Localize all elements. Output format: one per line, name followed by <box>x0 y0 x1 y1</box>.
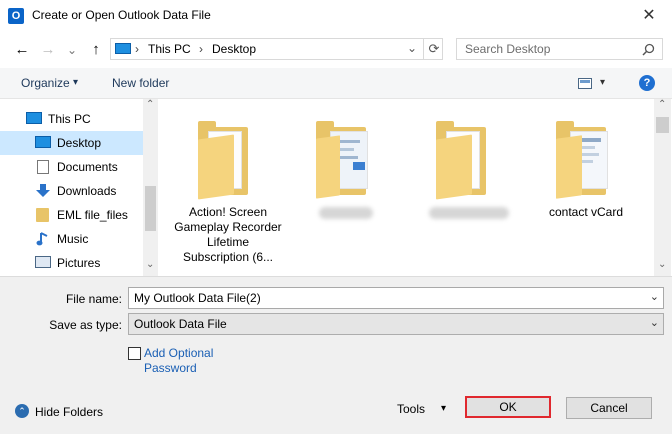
sidebar-item-label: This PC <box>48 112 91 126</box>
search-box[interactable]: Search Desktop <box>456 38 663 60</box>
sidebar-item-downloads[interactable]: Downloads <box>0 179 143 203</box>
view-dropdown-icon[interactable]: ▾ <box>600 77 605 88</box>
folder-icon <box>556 117 608 199</box>
scroll-down-icon[interactable]: ⌄ <box>658 259 666 270</box>
address-dropdown-icon[interactable]: ⌄ <box>407 41 417 55</box>
scroll-up-icon[interactable]: ⌃ <box>658 99 666 110</box>
file-item-obscured[interactable] <box>411 109 521 269</box>
sidebar-item-this-pc[interactable]: This PC <box>0 107 143 131</box>
organize-button[interactable]: Organize <box>21 76 70 90</box>
file-name-dropdown-icon[interactable]: ⌄ <box>650 290 659 303</box>
add-optional-password-checkbox[interactable] <box>128 347 141 360</box>
file-item-contact-vcard[interactable]: contact vCard <box>531 109 641 269</box>
sidebar-item-music[interactable]: Music <box>0 227 143 251</box>
navigation-scroll-thumb[interactable] <box>145 186 156 231</box>
up-button[interactable]: ↑ <box>86 40 106 60</box>
back-button[interactable]: ← <box>12 40 32 60</box>
obscured-file-label <box>319 207 373 219</box>
hide-folders-button[interactable]: Hide Folders <box>35 405 103 419</box>
save-as-type-value: Outlook Data File <box>134 317 227 331</box>
address-segment-this-pc[interactable]: This PC <box>148 42 191 56</box>
new-folder-button[interactable]: New folder <box>112 76 169 90</box>
scroll-down-icon[interactable]: ⌄ <box>146 259 154 270</box>
sidebar-item-label: Desktop <box>57 136 102 150</box>
folder-icon <box>198 117 248 200</box>
file-item-action-screen[interactable]: Action! Screen Gameplay Recorder Lifetim… <box>173 109 283 269</box>
hide-folders-chevron-icon[interactable]: ⌃ <box>15 404 29 418</box>
downloads-icon <box>36 184 50 197</box>
pictures-icon <box>35 256 51 268</box>
ok-button[interactable]: OK <box>465 396 551 418</box>
computer-icon <box>26 112 42 124</box>
sidebar-item-label: Downloads <box>57 184 117 198</box>
sidebar-item-documents[interactable]: Documents <box>0 155 143 179</box>
address-bar[interactable]: › This PC › Desktop ⌄ ⟳ <box>110 38 443 60</box>
address-segment-desktop[interactable]: Desktop <box>212 42 256 56</box>
sidebar-item-label: Pictures <box>57 256 101 270</box>
recent-locations-chevron-icon[interactable]: ⌄ <box>62 40 82 60</box>
folder-icon <box>36 208 49 222</box>
tools-button[interactable]: Tools <box>397 402 425 416</box>
file-item-obscured[interactable] <box>291 109 401 269</box>
sidebar-item-desktop[interactable]: Desktop <box>0 131 143 155</box>
computer-icon <box>115 43 131 54</box>
file-name-label: File name: <box>65 292 122 306</box>
sidebar-item-label: Music <box>57 232 89 246</box>
save-as-type-dropdown-icon[interactable]: ⌄ <box>650 316 659 329</box>
file-list-scroll-thumb[interactable] <box>656 117 669 133</box>
folder-icon <box>316 117 368 199</box>
file-name-input[interactable]: My Outlook Data File(2) ⌄ <box>128 287 664 309</box>
organize-dropdown-icon[interactable]: ▾ <box>73 77 78 88</box>
add-optional-password-label[interactable]: Add Optional Password <box>144 346 234 376</box>
desktop-icon <box>35 136 51 148</box>
sidebar-item-pictures[interactable]: Pictures <box>0 251 143 275</box>
help-icon[interactable]: ? <box>639 75 655 91</box>
save-as-type-select[interactable]: Outlook Data File ⌄ <box>128 313 664 335</box>
save-as-type-label: Save as type: <box>49 318 122 332</box>
file-item-label: Action! Screen Gameplay Recorder Lifetim… <box>174 205 282 264</box>
music-icon <box>36 232 48 246</box>
command-toolbar: Organize ▾ New folder ▾ ? <box>0 68 672 99</box>
title-bar: O Create or Open Outlook Data File ✕ <box>0 0 672 32</box>
refresh-button[interactable]: ⟳ <box>423 39 444 59</box>
navigation-pane: This PC Desktop Documents Downloads EML … <box>0 99 158 276</box>
file-list: Action! Screen Gameplay Recorder Lifetim… <box>158 99 654 276</box>
sidebar-item-label: EML file_files <box>57 208 128 222</box>
file-item-label: contact vCard <box>548 205 624 219</box>
window-title: Create or Open Outlook Data File <box>32 8 211 22</box>
folder-icon <box>436 117 486 200</box>
close-button[interactable]: ✕ <box>634 4 664 28</box>
address-separator: › <box>199 42 203 56</box>
change-view-icon[interactable] <box>578 78 592 89</box>
address-separator: › <box>135 42 139 56</box>
obscured-file-label <box>429 207 509 219</box>
forward-button[interactable]: → <box>38 40 58 60</box>
cancel-button[interactable]: Cancel <box>566 397 652 419</box>
documents-icon <box>37 160 49 174</box>
search-input[interactable]: Search Desktop <box>465 42 550 56</box>
outlook-app-icon: O <box>8 8 24 24</box>
sidebar-item-eml-file-files[interactable]: EML file_files <box>0 203 143 227</box>
scroll-up-icon[interactable]: ⌃ <box>146 99 154 110</box>
search-icon[interactable] <box>642 43 655 56</box>
file-name-value: My Outlook Data File(2) <box>134 291 261 305</box>
sidebar-item-label: Documents <box>57 160 118 174</box>
tools-dropdown-icon[interactable]: ▾ <box>441 403 446 414</box>
